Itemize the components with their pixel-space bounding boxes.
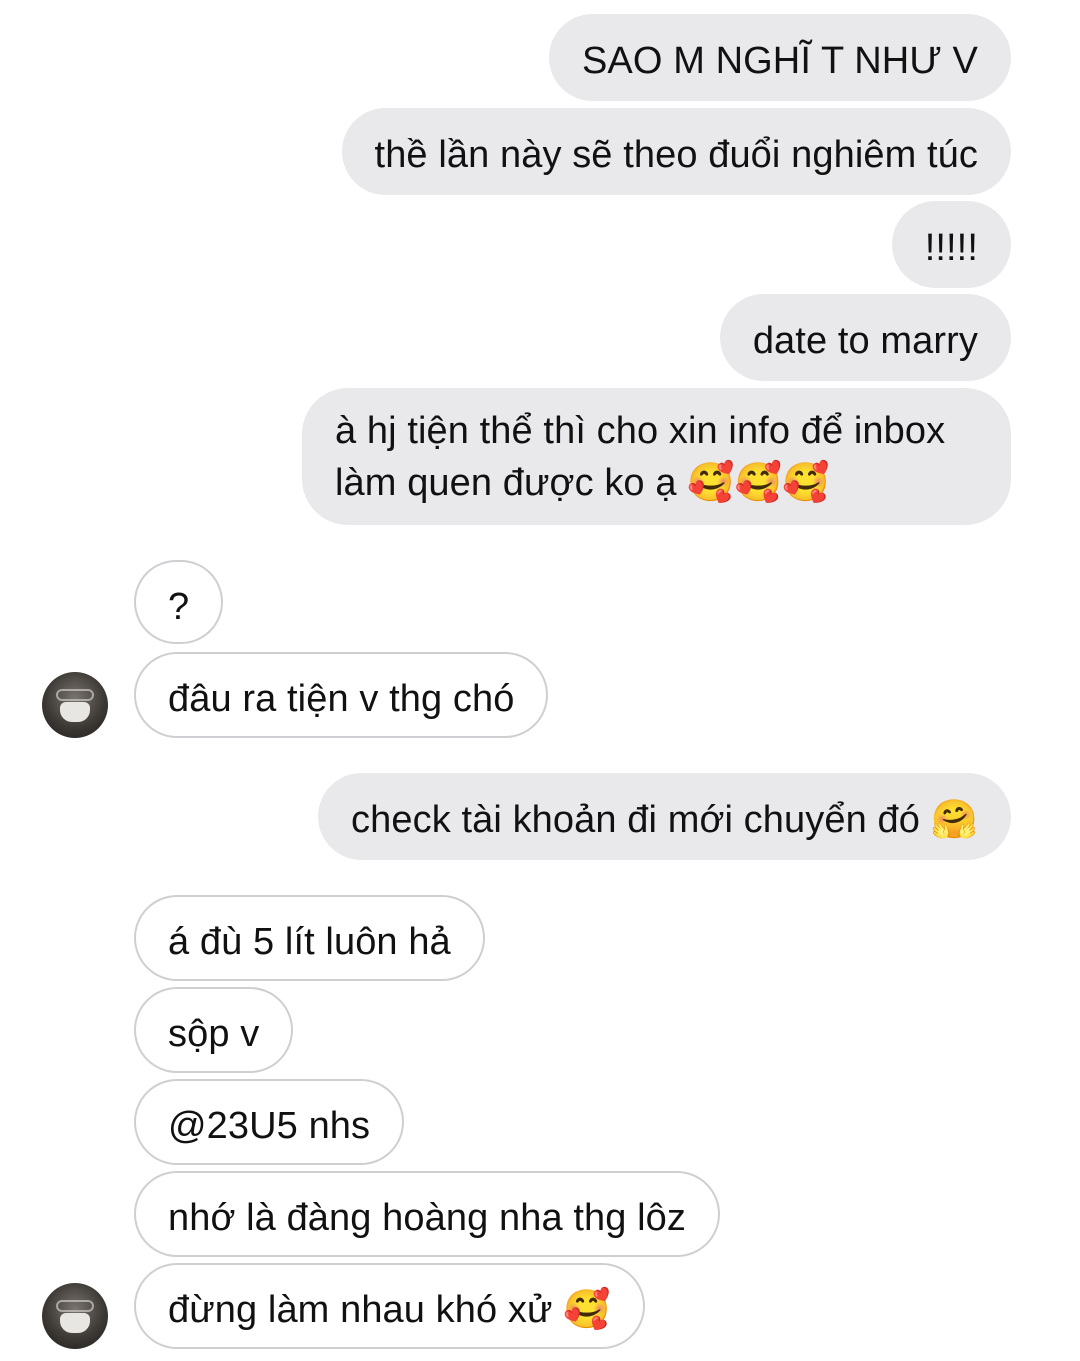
avatar-face-mask [60, 702, 90, 722]
message-text: ? [168, 586, 190, 628]
message-thread: SAO M NGHĨ T NHƯ V thề lần này sẽ theo đ… [0, 0, 1080, 1361]
message-text: à hj tiện thể thì cho xin info để inbox … [335, 410, 946, 504]
received-message-bubble[interactable]: @23U5 nhs [134, 1079, 405, 1165]
sent-message-bubble[interactable]: date to marry [719, 294, 1011, 381]
message-text: date to marry [752, 320, 978, 362]
message-text: !!!!! [924, 227, 978, 269]
received-message-bubble[interactable]: nhớ là đàng hoàng nha thg lôz [134, 1171, 721, 1257]
sent-message-bubble[interactable]: check tài khoản đi mới chuyển đó 🤗 [318, 773, 1011, 860]
received-message-bubble[interactable]: đâu ra tiện v thg chó [134, 652, 549, 738]
received-message-bubble[interactable]: đừng làm nhau khó xử 🥰 [134, 1263, 645, 1349]
message-text: nhớ là đàng hoàng nha thg lôz [168, 1197, 687, 1239]
avatar-face-mask [60, 1313, 90, 1333]
message-text: đâu ra tiện v thg chó [168, 678, 515, 720]
received-message-bubble[interactable]: ? [134, 560, 224, 644]
contact-avatar[interactable] [42, 672, 108, 738]
received-message-bubble[interactable]: sộp v [134, 987, 294, 1073]
message-text: thề lần này sẽ theo đuổi nghiêm túc [374, 134, 978, 176]
message-text: á đù 5 lít luôn hả [168, 921, 451, 963]
sent-message-bubble[interactable]: SAO M NGHĨ T NHƯ V [548, 14, 1011, 101]
message-text: đừng làm nhau khó xử 🥰 [168, 1289, 611, 1331]
message-text: sộp v [168, 1013, 260, 1055]
contact-avatar[interactable] [42, 1283, 108, 1349]
avatar-glasses [56, 689, 94, 701]
message-text: @23U5 nhs [168, 1105, 371, 1147]
received-message-bubble[interactable]: á đù 5 lít luôn hả [134, 895, 485, 981]
avatar-glasses [56, 1300, 94, 1312]
message-text: SAO M NGHĨ T NHƯ V [581, 40, 978, 82]
sent-message-bubble[interactable]: à hj tiện thể thì cho xin info để inbox … [302, 388, 1011, 525]
sent-message-bubble[interactable]: !!!!! [891, 201, 1011, 288]
message-text: check tài khoản đi mới chuyển đó 🤗 [351, 799, 978, 841]
sent-message-bubble[interactable]: thề lần này sẽ theo đuổi nghiêm túc [341, 108, 1011, 195]
